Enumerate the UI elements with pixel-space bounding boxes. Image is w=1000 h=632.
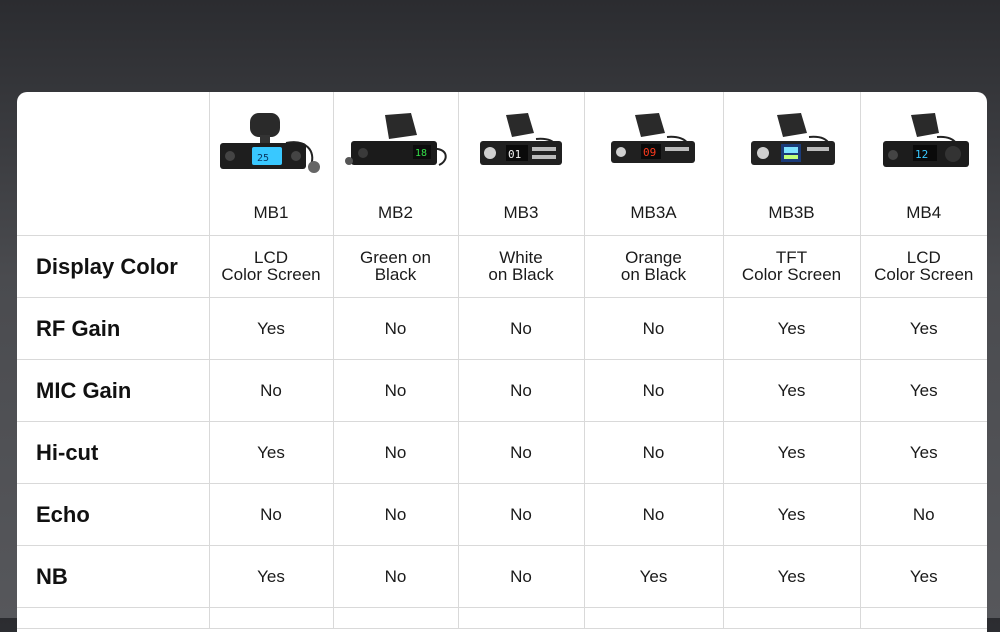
feature-value-cell: No [457,421,585,484]
empty-cell [722,607,861,629]
feature-value-cell: No [583,359,724,422]
model-cell-mb2: 18 MB2 [332,92,459,236]
empty-cell [208,607,334,629]
display-color-cell: Green on Black [332,235,459,298]
empty-cell [457,607,585,629]
feature-value-cell: No [457,297,585,360]
mic-gain-row: MIC Gain No No No No Yes Yes [17,359,987,422]
cb-radio-mb3-icon: 01 [480,113,562,165]
cb-radio-mb3a-icon: 09 [610,113,695,163]
feature-value-cell: No [332,297,459,360]
display-color-line1: TFT [775,247,808,267]
model-name: MB4 [906,203,942,222]
feature-value-cell: No [208,359,334,422]
cb-radio-mb1-icon: 25 [220,113,320,173]
header-corner-cell [17,92,210,236]
model-name: MB1 [253,203,289,222]
hi-cut-row: Hi-cut Yes No No No Yes Yes [17,421,987,484]
svg-text:12: 12 [915,148,928,161]
display-color-line2: on Black [488,264,554,284]
row-label: NB [17,545,210,608]
row-label: Display Color [17,235,210,298]
display-color-row: Display Color LCD Color Screen Green on Bl… [17,235,987,298]
model-cell-mb3a: 09 MB3A [583,92,724,236]
row-label: RF Gain [17,297,210,360]
feature-value-cell: No [583,483,724,546]
display-color-line2: Black [374,264,417,284]
feature-value-cell: Yes [208,297,334,360]
feature-value-cell: No [457,545,585,608]
feature-value-cell: Yes [722,359,861,422]
nb-row: NB Yes No No Yes Yes Yes [17,545,987,608]
feature-value-cell: No [332,359,459,422]
comparison-table: 25 MB1 18 MB2 01 MB3 09 MB3A MB3B 12 MB4… [17,92,987,629]
empty-cell [17,607,210,629]
feature-value-cell: No [208,483,334,546]
cb-radio-mb2-icon: 18 [344,113,447,166]
model-header-row: 25 MB1 18 MB2 01 MB3 09 MB3A MB3B 12 MB4 [17,92,987,236]
model-name: MB3A [630,203,677,222]
svg-text:09: 09 [643,146,656,159]
display-color-cell: LCD Color Screen [859,235,987,298]
display-color-cell: TFT Color Screen [722,235,861,298]
feature-value-cell: No [332,421,459,484]
model-cell-mb3: 01 MB3 [457,92,585,236]
model-name: MB3 [503,203,539,222]
model-cell-mb4: 12 MB4 [859,92,987,236]
feature-value-cell: Yes [208,545,334,608]
cb-radio-mb4-icon: 12 [882,113,969,167]
feature-value-cell: No [859,483,987,546]
display-color-line2: Color Screen [741,264,842,284]
feature-value-cell: Yes [859,421,987,484]
empty-cell [859,607,987,629]
display-color-line2: Color Screen [874,264,974,284]
feature-value-cell: Yes [208,421,334,484]
model-cell-mb3b: MB3B [722,92,861,236]
display-color-line1: Green on [360,247,431,267]
feature-value-cell: Yes [859,359,987,422]
feature-value-cell: No [457,483,585,546]
display-color-line1: LCD [906,247,941,267]
model-name: MB3B [768,203,815,222]
feature-value-cell: No [583,421,724,484]
display-color-cell: LCD Color Screen [208,235,334,298]
feature-value-cell: Yes [722,483,861,546]
feature-value-cell: No [332,545,459,608]
model-name: MB2 [378,203,413,222]
feature-value-cell: Yes [722,421,861,484]
display-color-line2: on Black [620,264,687,284]
empty-cell [332,607,459,629]
row-label: Hi-cut [17,421,210,484]
display-color-line2: Color Screen [221,264,321,284]
comparison-card: 25 MB1 18 MB2 01 MB3 09 MB3A MB3B 12 MB4… [17,92,987,632]
feature-value-cell: No [583,297,724,360]
svg-text:25: 25 [257,153,269,164]
display-color-line1: LCD [253,247,288,267]
svg-text:18: 18 [415,148,427,159]
next-row-partial [17,607,987,629]
row-label: MIC Gain [17,359,210,422]
feature-value-cell: Yes [722,297,861,360]
display-color-line1: Orange [625,247,682,267]
feature-value-cell: Yes [583,545,724,608]
row-label: Echo [17,483,210,546]
svg-text:01: 01 [508,148,521,161]
empty-cell [583,607,724,629]
feature-value-cell: Yes [859,297,987,360]
model-cell-mb1: 25 MB1 [208,92,334,236]
display-color-cell: Orange on Black [583,235,724,298]
feature-value-cell: Yes [859,545,987,608]
feature-value-cell: Yes [722,545,861,608]
cb-radio-mb3b-icon [750,113,835,165]
display-color-cell: White on Black [457,235,585,298]
echo-row: Echo No No No No Yes No [17,483,987,546]
rf-gain-row: RF Gain Yes No No No Yes Yes [17,297,987,360]
feature-value-cell: No [332,483,459,546]
display-color-line1: White [499,247,543,267]
feature-value-cell: No [457,359,585,422]
